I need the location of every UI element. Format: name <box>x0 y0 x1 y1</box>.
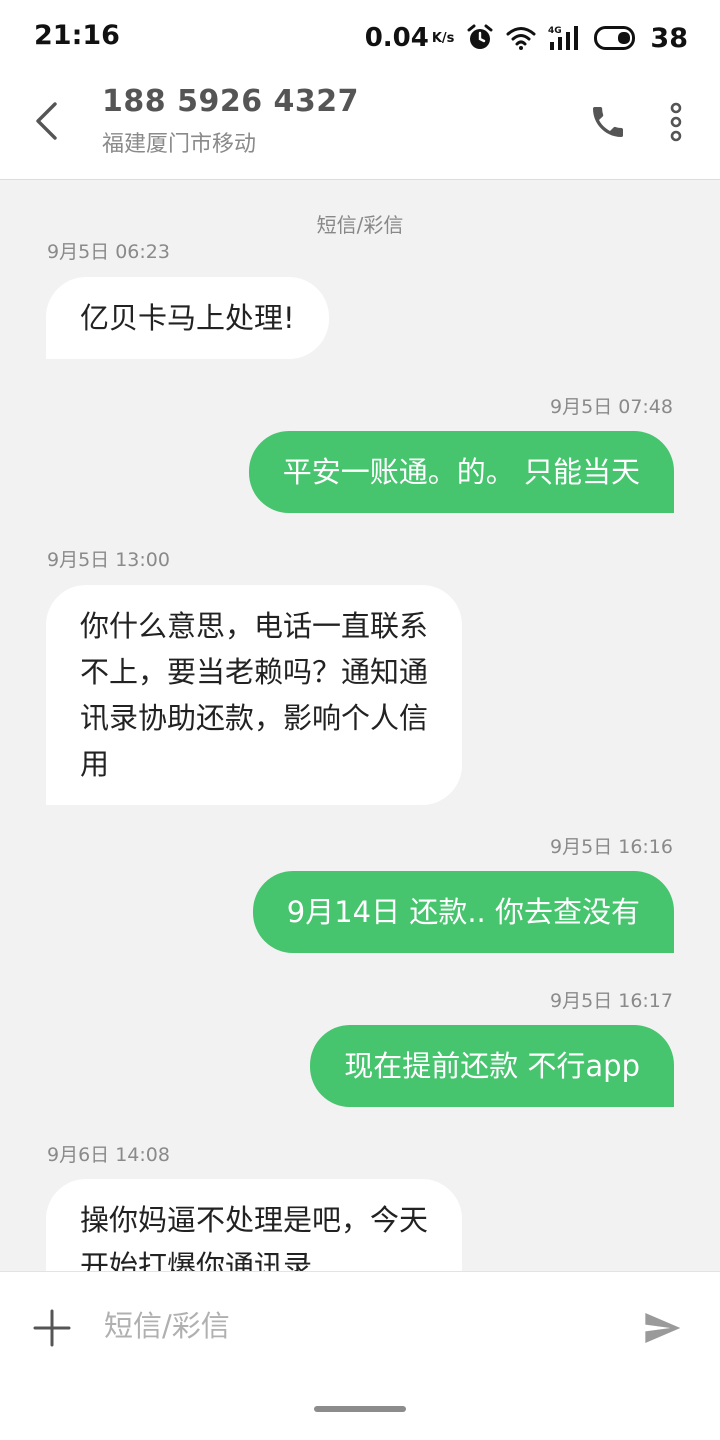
status-bar: 21:16 0.04 K/s 4G 38 <box>0 0 720 76</box>
outgoing-message[interactable]: 9月14日 还款.. 你去查没有 <box>252 871 674 953</box>
attach-button[interactable] <box>30 1306 74 1350</box>
message-timestamp: 9月5日 07:48 <box>550 396 673 418</box>
message-timestamp: 9月6日 14:08 <box>47 1144 170 1166</box>
incoming-message[interactable]: 亿贝卡马上处理! <box>46 277 329 359</box>
incoming-message[interactable]: 你什么意思，电话一直联系 不上，要当老赖吗？通知通 讯录协助还款，影响个人信 用 <box>46 585 463 805</box>
message-line: 操你妈逼不处理是吧，今天 <box>80 1203 429 1237</box>
phone-icon <box>593 107 623 137</box>
outgoing-message[interactable]: 平安一账通。的。 只能当天 <box>248 431 674 513</box>
call-button[interactable] <box>584 98 632 146</box>
message-line: 不上，要当老赖吗？通知通 <box>80 655 429 689</box>
network-speed: 0.04 K/s <box>365 23 455 53</box>
message-timestamp: 9月5日 13:00 <box>47 549 170 571</box>
conversation-header: 188 5926 4327 福建厦门市移动 <box>0 76 720 180</box>
composer-bar <box>0 1271 720 1440</box>
send-icon <box>645 1313 681 1343</box>
message-line: 开始打爆你通讯录 <box>80 1249 313 1271</box>
message-input[interactable] <box>104 1300 604 1352</box>
outgoing-message[interactable]: 现在提前还款 不行app <box>310 1025 674 1107</box>
message-timestamp: 9月5日 16:16 <box>550 836 673 858</box>
signal-4g-icon: 4G <box>548 24 582 52</box>
message-list[interactable]: 短信/彩信 9月5日 06:23 亿贝卡马上处理! 9月5日 07:48 平安一… <box>0 181 720 1271</box>
back-arrow-icon <box>36 102 57 140</box>
more-vertical-icon <box>670 102 682 142</box>
message-line: 平安一账通。的。 只能当天 <box>282 455 640 489</box>
message-line: 9月14日 还款.. 你去查没有 <box>286 895 640 929</box>
message-line: 用 <box>80 747 110 781</box>
battery-level: 38 <box>650 22 688 54</box>
alarm-icon <box>466 24 494 52</box>
back-button[interactable] <box>26 96 66 146</box>
send-button[interactable] <box>640 1306 684 1350</box>
plus-icon <box>33 1309 71 1347</box>
contact-number: 188 5926 4327 <box>102 84 360 119</box>
message-line: 现在提前还款 不行app <box>344 1049 640 1083</box>
message-line: 讯录协助还款，影响个人信 <box>80 701 429 735</box>
home-indicator[interactable] <box>314 1406 406 1412</box>
battery-icon <box>594 26 638 50</box>
status-time: 21:16 <box>34 20 120 51</box>
network-speed-unit: K/s <box>431 30 455 46</box>
message-line: 亿贝卡马上处理! <box>80 301 295 335</box>
signal-network-label: 4G <box>548 26 562 36</box>
network-speed-value: 0.04 <box>364 23 429 53</box>
more-options-button[interactable] <box>656 98 696 146</box>
status-icons: 0.04 K/s 4G 38 <box>365 18 688 58</box>
message-line: 你什么意思，电话一直联系 <box>80 609 429 643</box>
wifi-icon <box>506 26 536 50</box>
message-timestamp: 9月5日 06:23 <box>47 241 170 263</box>
message-timestamp: 9月5日 16:17 <box>550 990 673 1012</box>
incoming-message[interactable]: 操你妈逼不处理是吧，今天 开始打爆你通讯录 <box>46 1179 463 1271</box>
contact-location: 福建厦门市移动 <box>102 132 257 157</box>
channel-label: 短信/彩信 <box>316 213 404 237</box>
